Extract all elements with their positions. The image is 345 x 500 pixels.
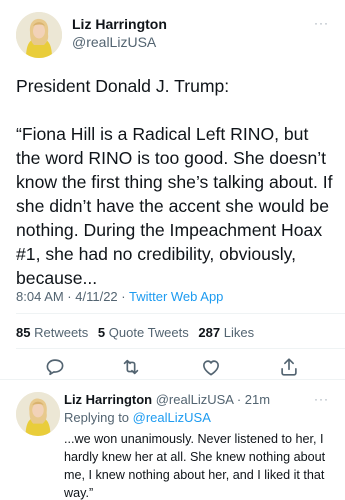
tweet-stats: 85 Retweets 5 Quote Tweets 287 Likes: [16, 325, 254, 340]
more-options-icon[interactable]: ···: [314, 16, 329, 30]
likes-count: 287: [198, 325, 221, 340]
retweet-icon: [123, 359, 139, 375]
like-button[interactable]: [200, 356, 222, 378]
avatar-photo: [16, 12, 62, 58]
quotes-count: 5: [97, 325, 106, 340]
reply-text: ...we won unanimously. Never listened to…: [64, 432, 329, 500]
retweets-count: 85: [16, 325, 31, 340]
reply-button[interactable]: [44, 356, 66, 378]
divider: [16, 313, 345, 314]
replying-to-handle[interactable]: @realLizUSA: [133, 410, 211, 425]
reply-more-options-icon[interactable]: ···: [314, 392, 329, 406]
retweets-stat[interactable]: 85 Retweets: [16, 325, 88, 340]
share-button[interactable]: [278, 356, 300, 378]
main-tweet: Liz Harrington @realLizUSA ··· President…: [0, 0, 345, 380]
tweet-timestamp: 8:04 AM · 4/11/22 · Twitter Web App: [16, 289, 223, 304]
tweet-text: President Donald J. Trump: “Fiona Hill i…: [16, 76, 333, 288]
replying-to-label: Replying to: [64, 410, 133, 425]
divider: [16, 348, 345, 349]
reply-tweet[interactable]: Liz Harrington @realLizUSA · 21m ··· Rep…: [0, 380, 345, 500]
share-icon: [281, 358, 297, 376]
retweet-button[interactable]: [120, 356, 142, 378]
avatar-photo: [16, 392, 60, 436]
reply-avatar[interactable]: [16, 392, 60, 436]
reply-age[interactable]: · 21m: [233, 392, 270, 407]
reply-header: Liz Harrington @realLizUSA · 21m: [64, 392, 270, 407]
heart-icon: [203, 360, 219, 376]
quotes-label: Quote Tweets: [108, 325, 189, 340]
quotes-stat[interactable]: 5 Quote Tweets: [98, 325, 189, 340]
author-handle[interactable]: @realLizUSA: [72, 34, 156, 50]
retweets-label: Retweets: [34, 325, 89, 340]
reply-author-handle[interactable]: @realLizUSA: [156, 392, 234, 407]
likes-stat[interactable]: 287 Likes: [198, 325, 254, 340]
likes-label: Likes: [223, 325, 255, 340]
replying-to: Replying to @realLizUSA: [64, 410, 211, 425]
author-name[interactable]: Liz Harrington: [72, 16, 167, 32]
reply-author-name[interactable]: Liz Harrington: [64, 392, 152, 407]
tweet-source[interactable]: Twitter Web App: [129, 289, 223, 304]
avatar[interactable]: [16, 12, 62, 58]
tweet-time[interactable]: 8:04 AM · 4/11/22 ·: [16, 289, 129, 304]
reply-icon: [46, 359, 64, 376]
